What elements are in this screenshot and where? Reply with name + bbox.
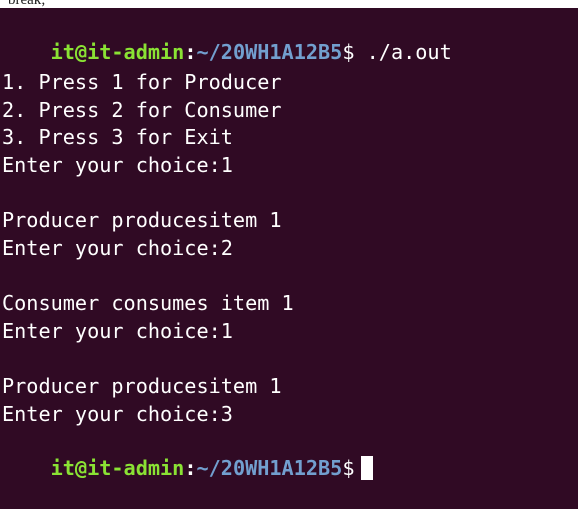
prompt-line-2: it@it-admin:~/20WH1A12B5$ bbox=[2, 428, 373, 480]
producer-output-line: Producer producesitem 1 bbox=[2, 208, 282, 232]
text-cursor bbox=[360, 456, 373, 480]
prompt-path: ~/20WH1A12B5 bbox=[196, 456, 343, 480]
choice-line: Enter your choice:1 bbox=[2, 153, 233, 177]
prompt-dollar: $ bbox=[342, 40, 355, 64]
prompt-colon: : bbox=[184, 40, 197, 64]
choice-line: Enter your choice:1 bbox=[2, 319, 233, 343]
prompt-path: ~/20WH1A12B5 bbox=[196, 40, 343, 64]
prompt-colon: : bbox=[184, 456, 197, 480]
menu-item-exit: 3. Press 3 for Exit bbox=[2, 125, 233, 149]
menu-item-consumer: 2. Press 2 for Consumer bbox=[2, 98, 282, 122]
prompt-user-host: it@it-admin bbox=[50, 456, 185, 480]
top-strip: break; bbox=[0, 0, 578, 8]
consumer-output-line: Consumer consumes item 1 bbox=[2, 291, 294, 315]
choice-line: Enter your choice:2 bbox=[2, 236, 233, 260]
prompt-line-1: it@it-admin:~/20WH1A12B5$ ./a.out bbox=[2, 12, 452, 64]
terminal-window[interactable]: it@it-admin:~/20WH1A12B5$ ./a.out 1. Pre… bbox=[0, 8, 578, 480]
menu-item-producer: 1. Press 1 for Producer bbox=[2, 70, 282, 94]
producer-output-line: Producer producesitem 1 bbox=[2, 374, 282, 398]
choice-line: Enter your choice:3 bbox=[2, 402, 233, 426]
command-text: ./a.out bbox=[354, 40, 452, 64]
top-strip-text: break; bbox=[8, 0, 46, 8]
prompt-dollar: $ bbox=[342, 456, 355, 480]
prompt-user-host: it@it-admin bbox=[50, 40, 185, 64]
